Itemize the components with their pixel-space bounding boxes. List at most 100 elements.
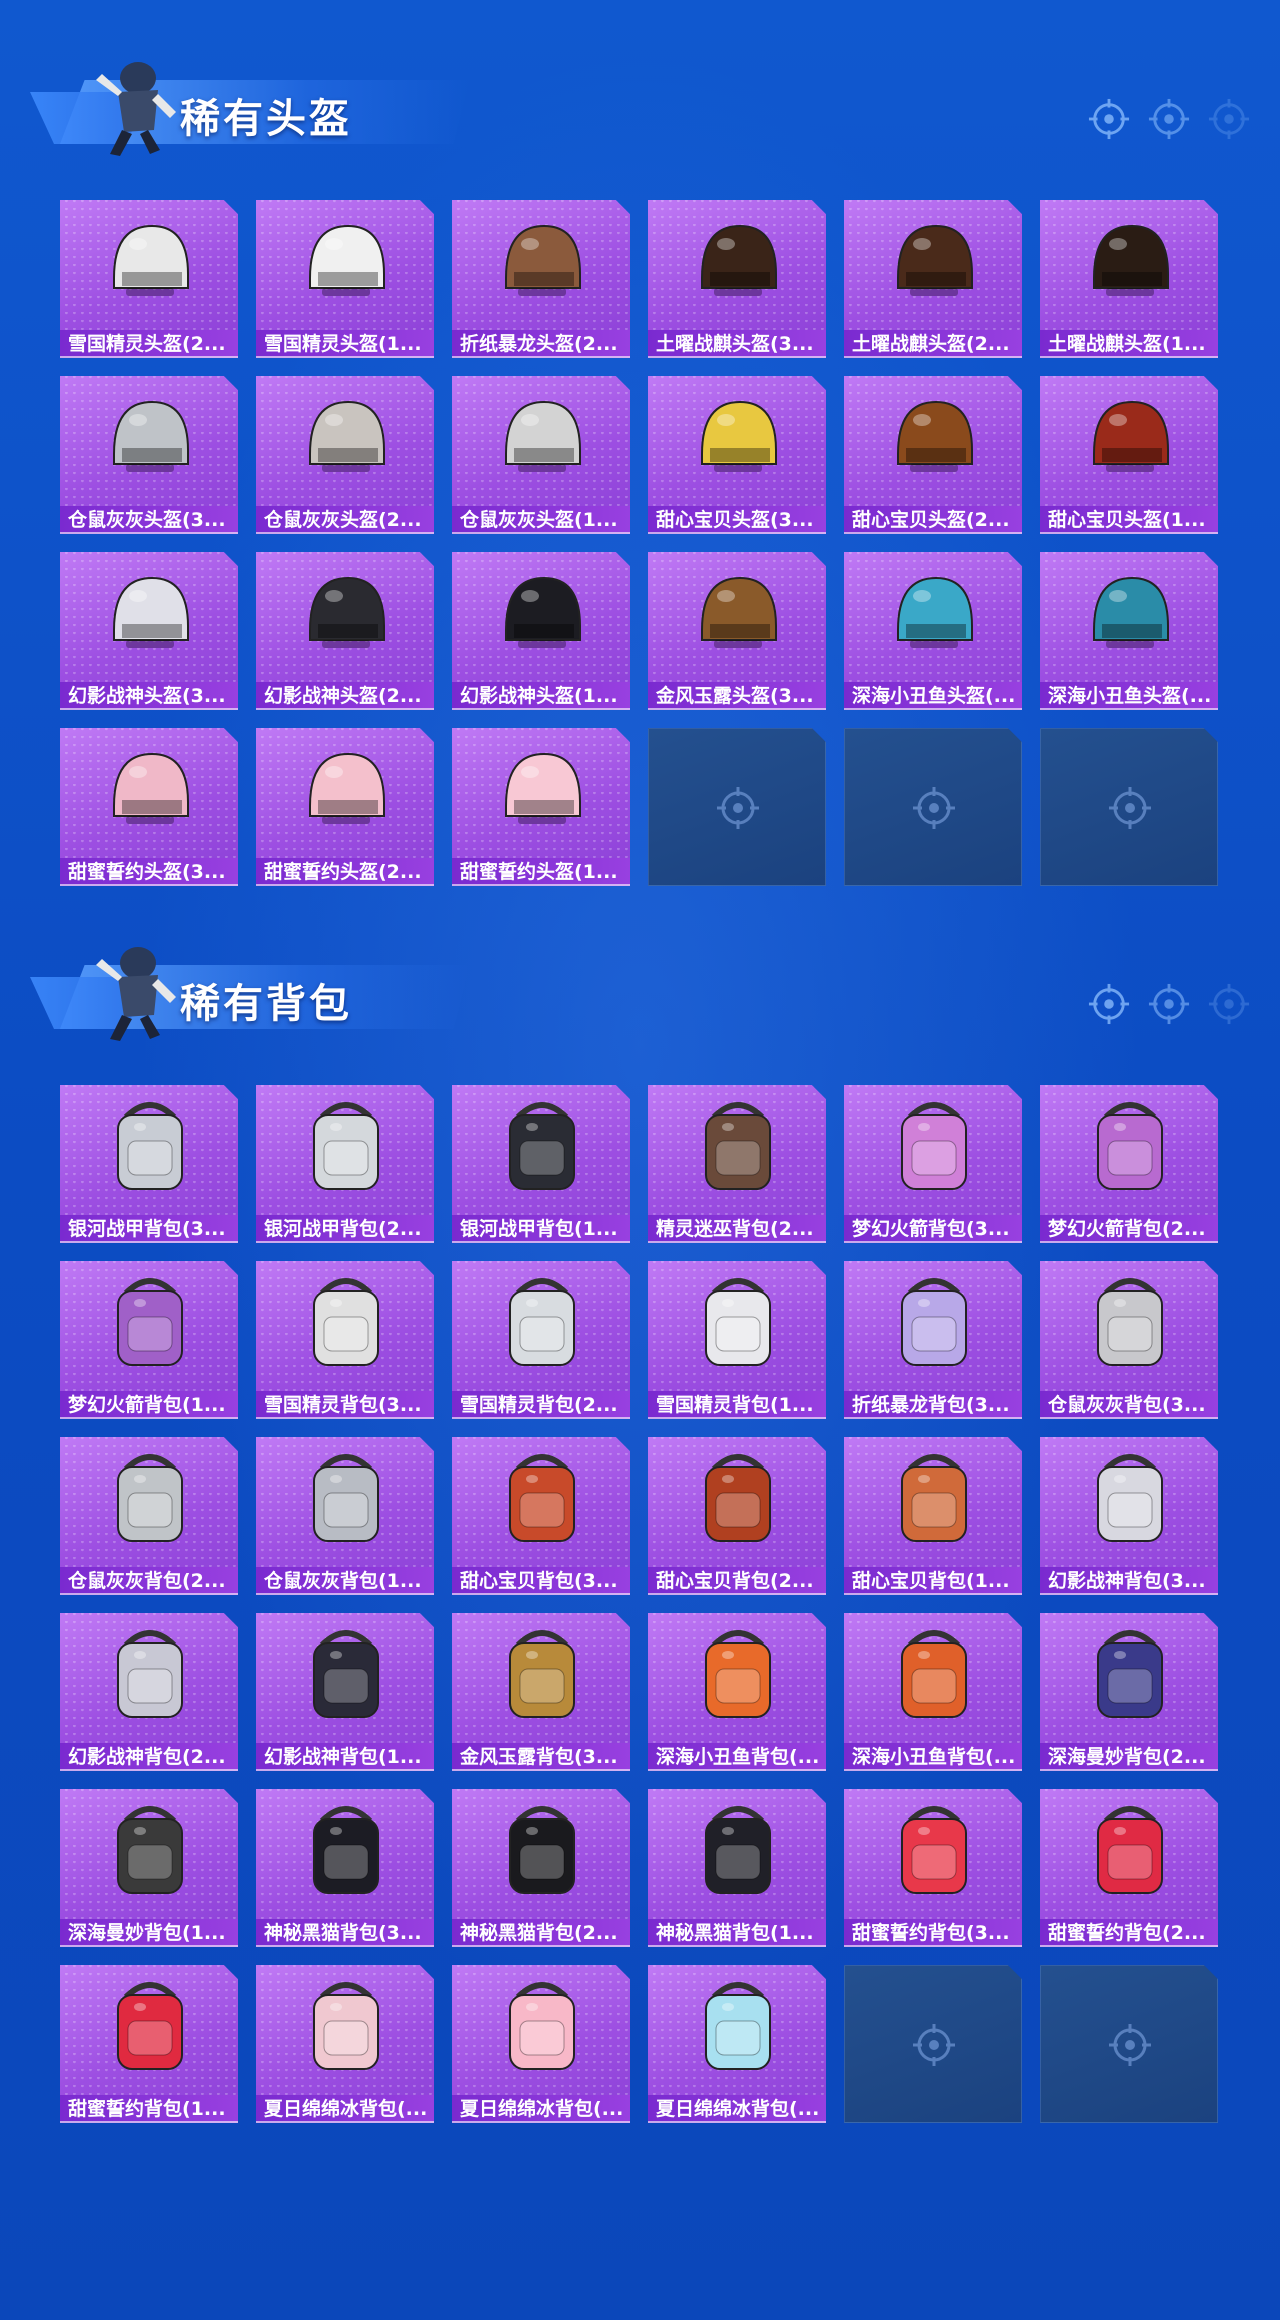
item-label: 精灵迷巫背包(2... <box>648 1215 826 1243</box>
crosshair-icon <box>1088 98 1130 140</box>
helmet-card[interactable]: 甜心宝贝头盔(2... <box>844 376 1022 534</box>
white-bird-helmet-icon <box>300 212 392 312</box>
item-label: 甜心宝贝背包(1... <box>844 1567 1022 1595</box>
backpack-card[interactable]: 神秘黑猫背包(3... <box>256 1789 434 1947</box>
pink-helmet-icon <box>496 740 588 840</box>
helmet-card[interactable]: 幻影战神头盔(2... <box>256 552 434 710</box>
backpack-card[interactable]: 深海曼妙背包(2... <box>1040 1613 1218 1771</box>
clownfish-helmet-icon <box>1084 564 1176 664</box>
backpack-card[interactable]: 夏日绵绵冰背包(... <box>256 1965 434 2123</box>
helmet-card[interactable]: 仓鼠灰灰头盔(3... <box>60 376 238 534</box>
helmet-card[interactable]: 雪国精灵头盔(2... <box>60 200 238 358</box>
backpack-card[interactable]: 雪国精灵背包(1... <box>648 1261 826 1419</box>
helmet-card[interactable]: 金风玉露头盔(3... <box>648 552 826 710</box>
section-header: 稀有头盔 <box>30 50 470 160</box>
helmet-card[interactable]: 深海小丑鱼头盔(... <box>844 552 1022 710</box>
helmet-card[interactable]: 折纸暴龙头盔(2... <box>452 200 630 358</box>
cat-backpack-icon <box>496 1801 588 1901</box>
phantom-helmet-icon <box>104 564 196 664</box>
item-label: 甜蜜誓约头盔(1... <box>452 858 630 886</box>
heart-backpack-icon <box>104 1977 196 2077</box>
backpack-card[interactable]: 折纸暴龙背包(3... <box>844 1261 1022 1419</box>
backpack-card[interactable]: 银河战甲背包(1... <box>452 1085 630 1243</box>
backpack-card[interactable]: 神秘黑猫背包(1... <box>648 1789 826 1947</box>
backpack-card[interactable]: 幻影战神背包(1... <box>256 1613 434 1771</box>
item-label: 仓鼠灰灰背包(1... <box>256 1567 434 1595</box>
backpack-card[interactable]: 深海小丑鱼背包(... <box>844 1613 1022 1771</box>
item-label: 神秘黑猫背包(3... <box>256 1919 434 1947</box>
helmet-card[interactable]: 雪国精灵头盔(1... <box>256 200 434 358</box>
item-label: 深海小丑鱼背包(... <box>648 1743 826 1771</box>
backpack-card[interactable]: 甜心宝贝背包(1... <box>844 1437 1022 1595</box>
hamster-backpack-icon <box>104 1449 196 1549</box>
galaxy-backpack-icon <box>496 1097 588 1197</box>
backpack-card[interactable]: 深海曼妙背包(1... <box>60 1789 238 1947</box>
decorative-crosshairs <box>1088 98 1250 140</box>
backpack-card[interactable]: 梦幻火箭背包(3... <box>844 1085 1022 1243</box>
backpack-card[interactable]: 梦幻火箭背包(2... <box>1040 1085 1218 1243</box>
backpack-card[interactable]: 雪国精灵背包(3... <box>256 1261 434 1419</box>
section-title: 稀有头盔 <box>180 96 352 142</box>
helmet-card[interactable]: 甜心宝贝头盔(3... <box>648 376 826 534</box>
crosshair-icon <box>1208 983 1250 1025</box>
helmet-card[interactable]: 甜蜜誓约头盔(3... <box>60 728 238 886</box>
helmet-card[interactable]: 土曜战麒头盔(1... <box>1040 200 1218 358</box>
crosshair-icon <box>1148 983 1190 1025</box>
helmet-card[interactable]: 仓鼠灰灰头盔(1... <box>452 376 630 534</box>
backpack-card[interactable]: 甜蜜誓约背包(3... <box>844 1789 1022 1947</box>
helmet-card[interactable]: 甜蜜誓约头盔(1... <box>452 728 630 886</box>
item-label: 甜蜜誓约背包(1... <box>60 2095 238 2123</box>
helmet-card[interactable]: 幻影战神头盔(1... <box>452 552 630 710</box>
helmet-card[interactable]: 仓鼠灰灰头盔(2... <box>256 376 434 534</box>
backpack-card[interactable]: 神秘黑猫背包(2... <box>452 1789 630 1947</box>
backpack-card[interactable]: 甜蜜誓约背包(2... <box>1040 1789 1218 1947</box>
empty-slot <box>648 728 826 886</box>
backpack-card[interactable]: 甜蜜誓约背包(1... <box>60 1965 238 2123</box>
item-label: 土曜战麒头盔(2... <box>844 330 1022 358</box>
backpack-card[interactable]: 仓鼠灰灰背包(2... <box>60 1437 238 1595</box>
galaxy-backpack-icon <box>300 1097 392 1197</box>
golden-helmet-icon <box>692 564 784 664</box>
item-label: 甜心宝贝头盔(3... <box>648 506 826 534</box>
backpack-card[interactable]: 银河战甲背包(3... <box>60 1085 238 1243</box>
backpack-card[interactable]: 甜心宝贝背包(3... <box>452 1437 630 1595</box>
dessert-helmet-icon <box>1084 388 1176 488</box>
bow-backpack-icon <box>888 1801 980 1901</box>
item-label: 仓鼠灰灰背包(2... <box>60 1567 238 1595</box>
backpack-card[interactable]: 仓鼠灰灰背包(3... <box>1040 1261 1218 1419</box>
item-label: 甜蜜誓约背包(3... <box>844 1919 1022 1947</box>
cupcake-backpack-icon <box>692 1449 784 1549</box>
helmet-card[interactable]: 甜蜜誓约头盔(2... <box>256 728 434 886</box>
backpack-card[interactable]: 梦幻火箭背包(1... <box>60 1261 238 1419</box>
empty-slot <box>844 1965 1022 2123</box>
backpack-card[interactable]: 甜心宝贝背包(2... <box>648 1437 826 1595</box>
rocket-backpack-icon <box>888 1097 980 1197</box>
helmet-card[interactable]: 甜心宝贝头盔(1... <box>1040 376 1218 534</box>
backpack-card[interactable]: 幻影战神背包(2... <box>60 1613 238 1771</box>
item-label: 银河战甲背包(1... <box>452 1215 630 1243</box>
item-label: 雪国精灵头盔(2... <box>60 330 238 358</box>
backpack-card[interactable]: 幻影战神背包(3... <box>1040 1437 1218 1595</box>
crosshair-icon <box>1208 98 1250 140</box>
backpack-card[interactable]: 银河战甲背包(2... <box>256 1085 434 1243</box>
backpack-card[interactable]: 仓鼠灰灰背包(1... <box>256 1437 434 1595</box>
backpack-card[interactable]: 夏日绵绵冰背包(... <box>648 1965 826 2123</box>
item-label: 土曜战麒头盔(1... <box>1040 330 1218 358</box>
item-label: 深海曼妙背包(2... <box>1040 1743 1218 1771</box>
backpack-card[interactable]: 精灵迷巫背包(2... <box>648 1085 826 1243</box>
backpack-card[interactable]: 雪国精灵背包(2... <box>452 1261 630 1419</box>
phantom-backpack-icon <box>1084 1449 1176 1549</box>
backpack-card[interactable]: 金风玉露背包(3... <box>452 1613 630 1771</box>
helmet-card[interactable]: 幻影战神头盔(3... <box>60 552 238 710</box>
helmet-card[interactable]: 深海小丑鱼头盔(... <box>1040 552 1218 710</box>
snowman-backpack-icon <box>496 1273 588 1373</box>
empty-slot <box>1040 1965 1218 2123</box>
empty-slot-icon <box>912 786 956 830</box>
helmet-card[interactable]: 土曜战麒头盔(2... <box>844 200 1022 358</box>
helmet-card[interactable]: 土曜战麒头盔(3... <box>648 200 826 358</box>
backpack-card[interactable]: 深海小丑鱼背包(... <box>648 1613 826 1771</box>
item-label: 深海曼妙背包(1... <box>60 1919 238 1947</box>
dino-helmet-icon <box>496 212 588 312</box>
backpack-card[interactable]: 夏日绵绵冰背包(... <box>452 1965 630 2123</box>
item-label: 仓鼠灰灰头盔(3... <box>60 506 238 534</box>
